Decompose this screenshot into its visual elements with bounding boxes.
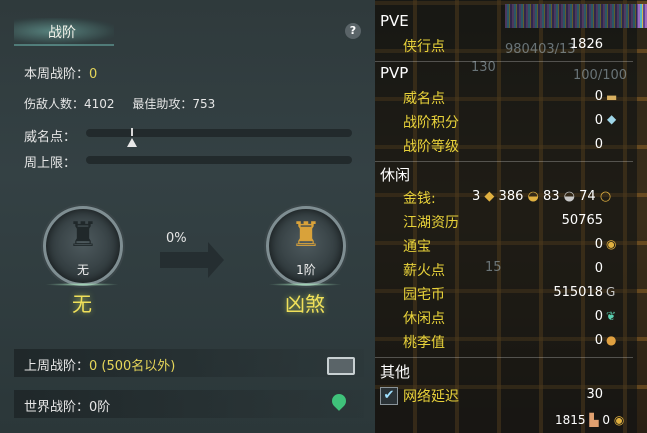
leisure-item-label: 休闲点	[403, 311, 445, 327]
prestige-marker	[127, 138, 137, 147]
pvp-title: PVP	[380, 64, 409, 82]
coin-value: 74	[579, 189, 596, 204]
pvp-item-value: 0	[594, 137, 603, 152]
footer-boot-icon: ▙	[585, 413, 603, 427]
last-week-row: 上周战阶：0 (500名以外)	[24, 355, 175, 374]
last-week-label: 上周战阶：	[24, 359, 90, 374]
next-rank-emblem: ♜ 1阶	[266, 206, 346, 286]
panel-header: 战阶 ?	[0, 14, 375, 48]
currency-overlay: 980403/13 130 100/100 15 PVE 侠行点 1826 PV…	[375, 0, 647, 433]
best-assist-label: 最佳助攻：	[132, 97, 193, 111]
latency-value: 30	[586, 387, 603, 402]
best-assist-value: 753	[192, 97, 216, 111]
latency-checkbox[interactable]: ✔	[380, 387, 398, 405]
prestige-label: 威名点：	[24, 130, 77, 145]
divider	[375, 161, 633, 162]
bg-text-d: 100/100	[573, 68, 628, 83]
pve-title: PVE	[380, 12, 409, 30]
leisure-item-value: 0	[594, 237, 603, 252]
footer-row: 1815 ▙ 0 ◉	[555, 413, 624, 427]
house-coin-icon: G	[606, 285, 616, 299]
pvp-item-label: 威名点	[403, 91, 445, 107]
prestige-bar	[86, 129, 352, 137]
gold-ingot-icon: ◆	[480, 189, 499, 204]
pve-item-value: 1826	[569, 37, 603, 52]
pve-item-label: 侠行点	[403, 39, 445, 55]
leisure-item-value: 0	[594, 333, 603, 348]
rank-points-icon: ◆	[607, 112, 617, 126]
leisure-item-label: 园宅币	[403, 287, 445, 303]
progress-arrow-icon	[160, 242, 224, 278]
silver-ingot-icon: ◒	[523, 189, 543, 204]
current-rank-glow	[45, 283, 119, 286]
rank-panel: 战阶 ? 本周战阶：0 伤敌人数：4102 最佳助攻：753 威名点： 周上限：…	[0, 0, 375, 433]
pvp-item-value: 0	[594, 113, 603, 128]
other-title: 其他	[380, 363, 411, 381]
divider	[375, 61, 633, 62]
week-rank-label: 本周战阶：	[24, 67, 90, 82]
world-rank-value: 0阶	[89, 400, 111, 415]
leisure-item-label: 江湖资历	[403, 215, 459, 231]
footer-value-2: 0	[602, 413, 611, 427]
latency-label: 网络延迟	[403, 389, 459, 405]
current-rank-level: 无	[76, 263, 89, 277]
money-row: 3 ◆ 386 ◒ 83 ◒ 74 ○	[472, 189, 611, 204]
tab-rank[interactable]: 战阶	[48, 22, 76, 42]
week-cap-label: 周上限：	[24, 156, 77, 171]
tongbao-coin-icon: ◉	[606, 237, 617, 251]
footer-value-1: 1815	[555, 413, 586, 427]
week-rank-row: 本周战阶：0	[24, 63, 97, 82]
next-rank-name: 凶煞	[285, 292, 325, 316]
silver-value: 386	[498, 189, 524, 204]
leisure-item-label: 薪火点	[403, 263, 445, 279]
divider	[375, 357, 633, 358]
next-rank-glow	[268, 283, 342, 286]
leisure-item-label: 通宝	[403, 239, 431, 255]
next-rank-level: 1阶	[296, 263, 316, 277]
prestige-marker-line	[131, 128, 133, 136]
world-rank-label: 世界战阶：	[24, 400, 90, 415]
pvp-item-label: 战阶积分	[403, 115, 459, 131]
last-week-value: 0 (500名以外)	[89, 359, 176, 374]
money-label: 金钱:	[403, 191, 436, 207]
rank-progress-pct: 0%	[166, 231, 187, 246]
peach-icon: ●	[606, 333, 617, 347]
leisure-item-value: 0	[594, 309, 603, 324]
footer-coin-icon: ◉	[610, 413, 625, 427]
bg-text-c: 15	[485, 260, 502, 275]
rank-xiongsha-icon: ♜	[290, 215, 322, 255]
leisure-title: 休闲	[380, 166, 411, 184]
chest-icon[interactable]	[327, 357, 355, 375]
prestige-icon: ▬	[606, 90, 618, 104]
copper-ingot-icon: ◒	[559, 189, 580, 204]
leisure-item-value: 50765	[561, 213, 603, 228]
copper-value: 83	[542, 189, 560, 204]
week-rank-value: 0	[89, 67, 98, 82]
leisure-item-value: 515018	[553, 285, 603, 300]
week-cap-bar	[86, 156, 352, 164]
pvp-item-label: 战阶等级	[403, 139, 459, 155]
help-icon[interactable]: ?	[345, 23, 361, 39]
kills-label: 伤敌人数：	[24, 97, 85, 111]
coin-icon: ○	[595, 189, 612, 204]
rank-none-icon: ♜	[67, 215, 99, 255]
leisure-point-icon: ❦	[606, 309, 617, 323]
pvp-item-value: 0	[594, 89, 603, 104]
leisure-item-value: 0	[594, 261, 603, 276]
bg-text-b: 130	[471, 60, 496, 75]
kills-value: 4102	[84, 97, 115, 111]
stats-row: 伤敌人数：4102 最佳助攻：753	[24, 95, 215, 112]
current-rank-name: 无	[72, 292, 92, 316]
leisure-item-label: 桃李值	[403, 335, 445, 351]
world-rank-row: 世界战阶：0阶	[24, 396, 110, 415]
current-rank-emblem: ♜ 无	[43, 206, 123, 286]
